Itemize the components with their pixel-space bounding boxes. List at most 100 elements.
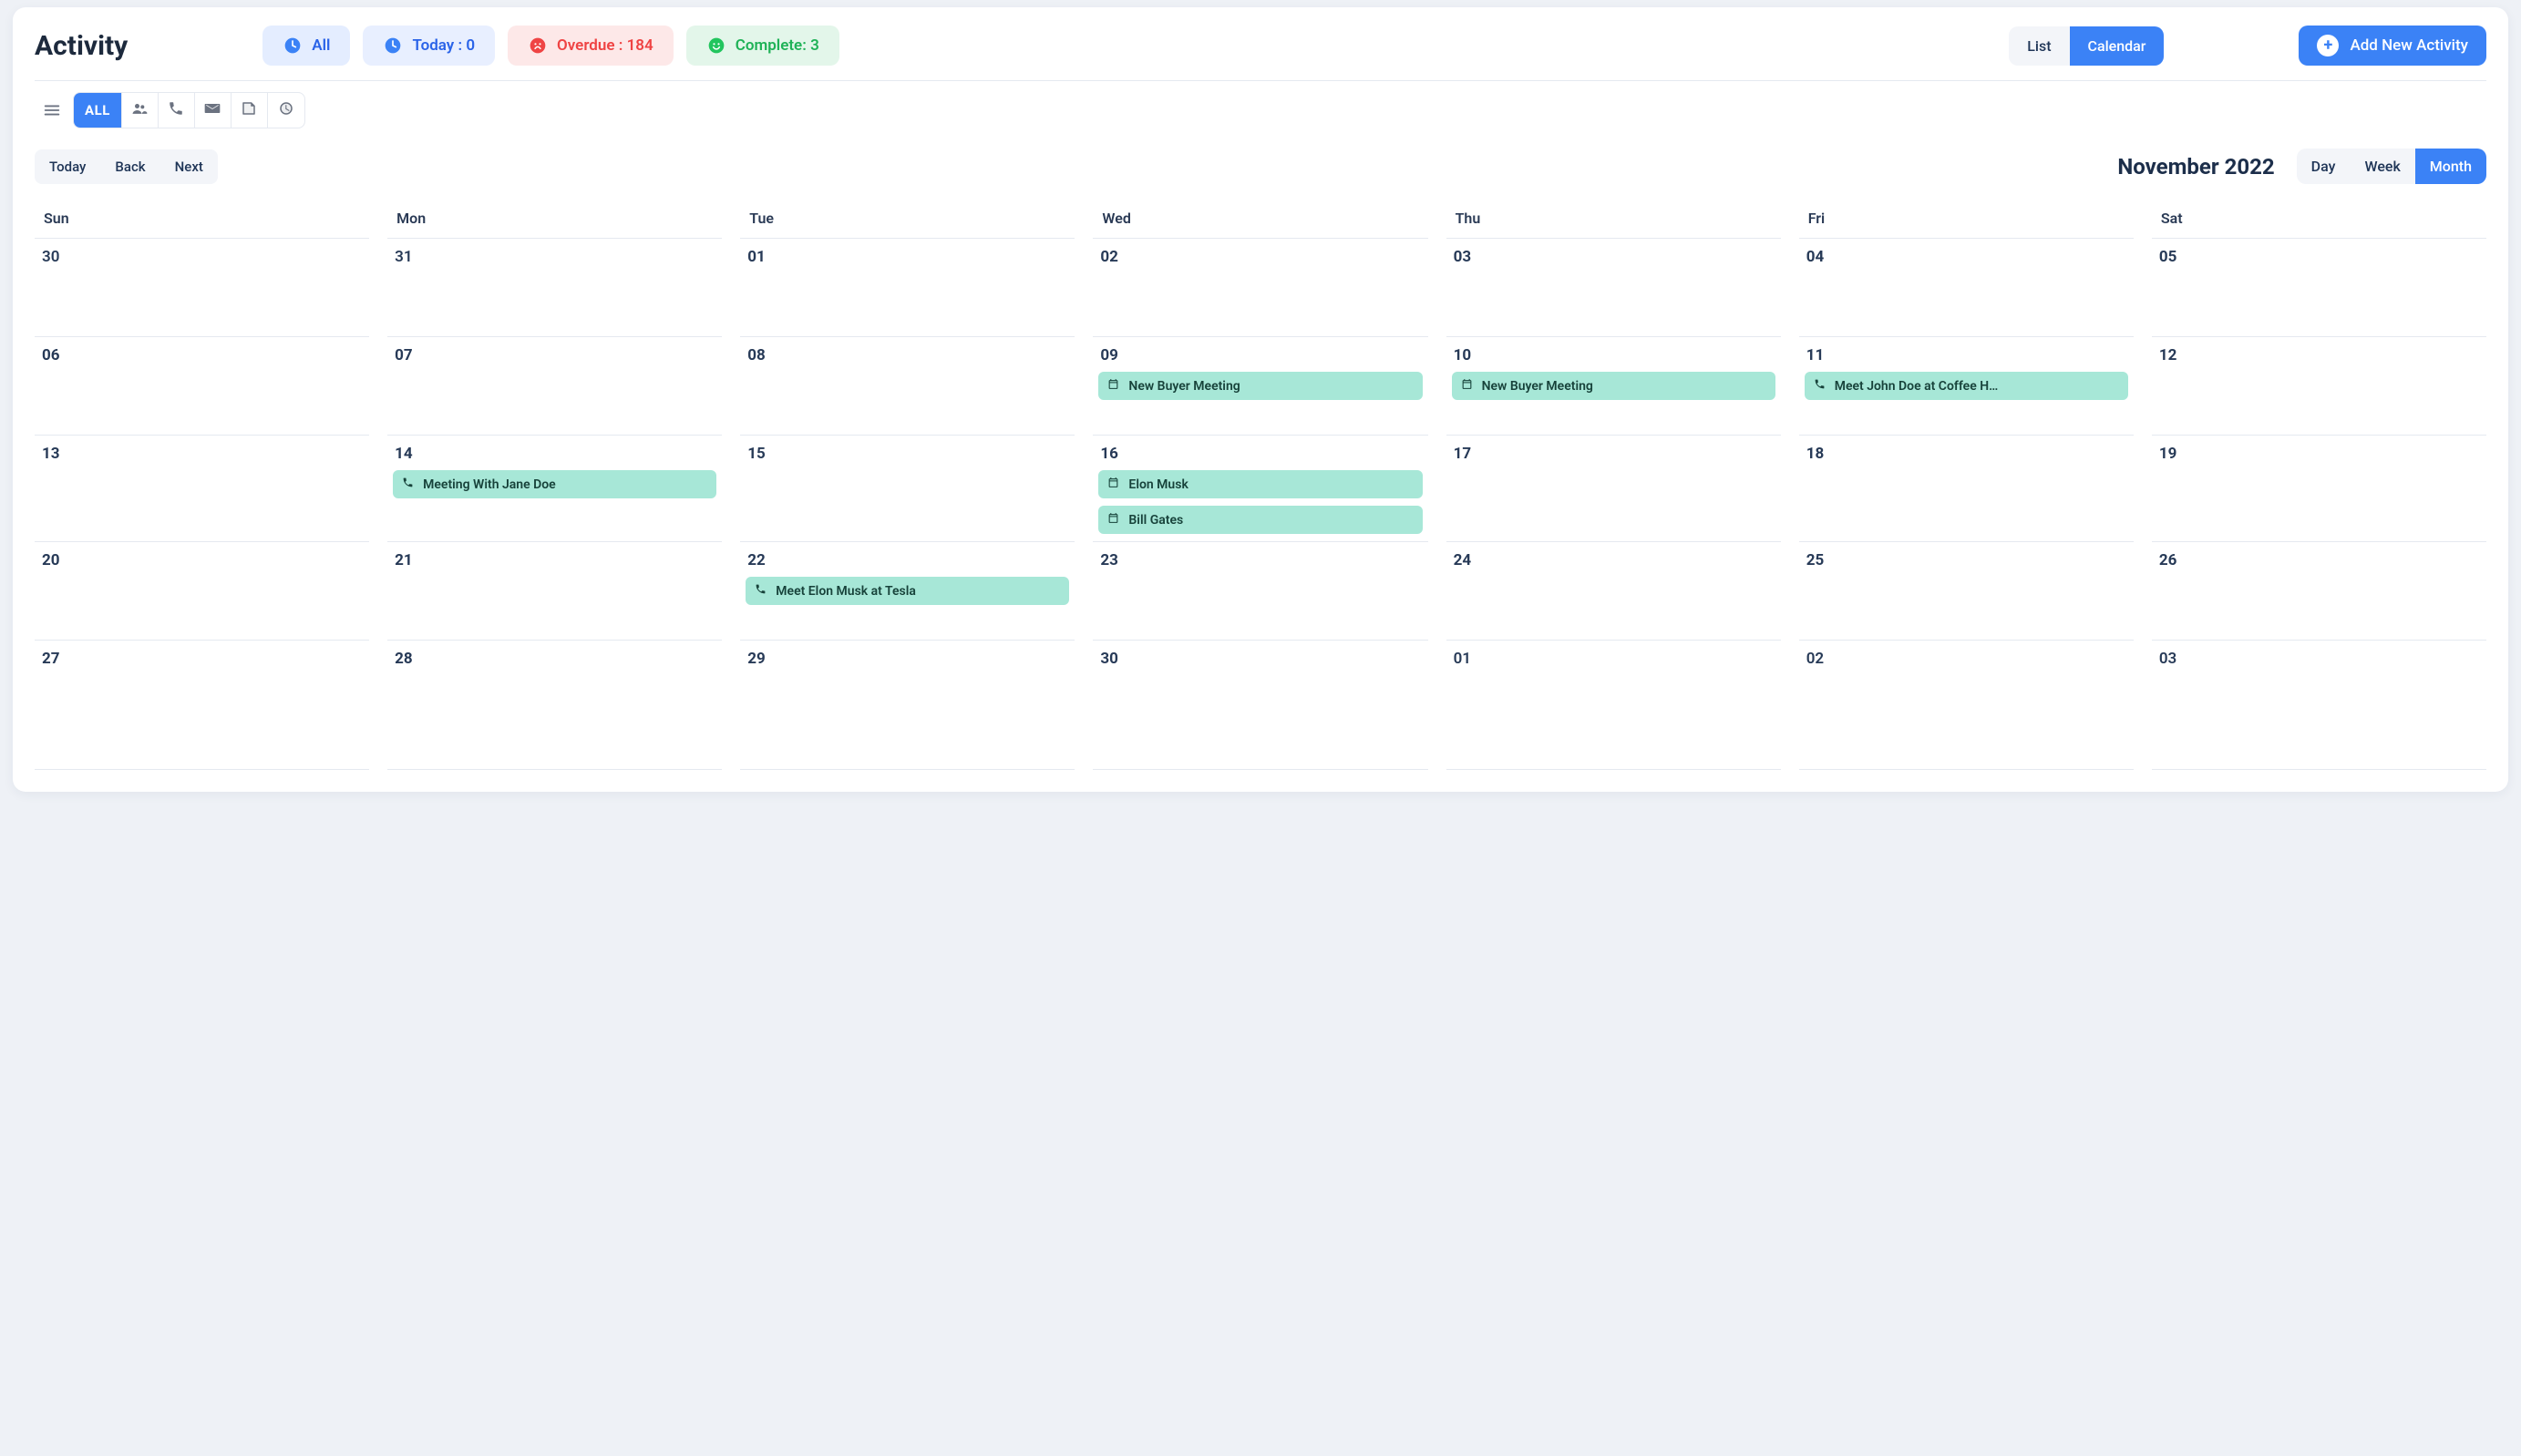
calendar-event[interactable]: Meet Elon Musk at Tesla xyxy=(746,577,1069,605)
dow-header: Wed xyxy=(1093,200,1427,239)
status-pill-complete[interactable]: Complete: 3 xyxy=(686,26,839,66)
type-filter-call[interactable] xyxy=(159,93,195,128)
date-number: 27 xyxy=(40,650,364,668)
calendar-cell[interactable]: 07 xyxy=(387,337,722,436)
calendar-event[interactable]: Elon Musk xyxy=(1098,470,1422,498)
calendar-cell[interactable]: 03 xyxy=(2152,641,2486,770)
event-title: Bill Gates xyxy=(1128,513,1183,528)
calendar-cell[interactable]: 02 xyxy=(1093,239,1427,337)
type-filter-people[interactable] xyxy=(122,93,159,128)
type-filter-all[interactable]: ALL xyxy=(74,93,122,128)
date-number: 18 xyxy=(1805,445,2128,463)
calendar-cell[interactable]: 08 xyxy=(740,337,1075,436)
date-number: 25 xyxy=(1805,551,2128,569)
calendar-event[interactable]: New Buyer Meeting xyxy=(1098,372,1422,400)
sad-face-icon xyxy=(528,36,548,56)
calendar-cell[interactable]: 15 xyxy=(740,436,1075,542)
nav-next[interactable]: Next xyxy=(160,149,218,184)
calendar-cell[interactable]: 23 xyxy=(1093,542,1427,641)
date-number: 01 xyxy=(1452,650,1775,668)
calendar-cell[interactable]: 18 xyxy=(1799,436,2134,542)
calendar-cell[interactable]: 01 xyxy=(1446,641,1781,770)
date-number: 29 xyxy=(746,650,1069,668)
range-day[interactable]: Day xyxy=(2297,149,2351,184)
status-pill-today[interactable]: Today : 0 xyxy=(363,26,495,66)
date-number: 12 xyxy=(2157,346,2481,364)
mail-icon xyxy=(203,99,221,121)
date-number: 24 xyxy=(1452,551,1775,569)
type-filter-note[interactable] xyxy=(232,93,268,128)
calendar-cell[interactable]: 03 xyxy=(1446,239,1781,337)
view-toggle-calendar[interactable]: Calendar xyxy=(2070,26,2165,66)
calendar-cell[interactable]: 19 xyxy=(2152,436,2486,542)
date-number: 02 xyxy=(1098,248,1422,266)
calendar-cell[interactable]: 20 xyxy=(35,542,369,641)
calendar-cell[interactable]: 22 Meet Elon Musk at Tesla xyxy=(740,542,1075,641)
calendar-icon xyxy=(1107,512,1119,528)
status-pill-all[interactable]: All xyxy=(262,26,350,66)
clock-icon xyxy=(283,36,303,56)
date-number: 16 xyxy=(1098,445,1422,463)
phone-icon xyxy=(755,583,767,599)
calendar-cell[interactable]: 27 xyxy=(35,641,369,770)
calendar-cell[interactable]: 09 New Buyer Meeting xyxy=(1093,337,1427,436)
nav-back[interactable]: Back xyxy=(100,149,159,184)
calendar-cell[interactable]: 01 xyxy=(740,239,1075,337)
calendar-cell[interactable]: 04 xyxy=(1799,239,2134,337)
calendar-cell[interactable]: 29 xyxy=(740,641,1075,770)
topbar: Activity All Today : 0 Overdue : 184 Co xyxy=(35,26,2486,66)
event-title: Meet John Doe at Coffee H… xyxy=(1835,379,1999,394)
calendar-cell[interactable]: 02 xyxy=(1799,641,2134,770)
calendar-event[interactable]: Meeting With Jane Doe xyxy=(393,470,716,498)
dow-header: Thu xyxy=(1446,200,1781,239)
calendar-event[interactable]: New Buyer Meeting xyxy=(1452,372,1775,400)
day-of-week-row: SunMonTueWedThuFriSat xyxy=(35,200,2486,239)
calendar-cell[interactable]: 17 xyxy=(1446,436,1781,542)
calendar-cell[interactable]: 30 xyxy=(35,239,369,337)
smile-face-icon xyxy=(706,36,726,56)
range-month[interactable]: Month xyxy=(2415,149,2486,184)
date-number: 26 xyxy=(2157,551,2481,569)
calendar-cell[interactable]: 13 xyxy=(35,436,369,542)
calendar-cell[interactable]: 28 xyxy=(387,641,722,770)
note-icon xyxy=(241,100,257,120)
nav-today[interactable]: Today xyxy=(35,149,100,184)
date-number: 23 xyxy=(1098,551,1422,569)
date-number: 13 xyxy=(40,445,364,463)
calendar-cell[interactable]: 24 xyxy=(1446,542,1781,641)
event-title: Meet Elon Musk at Tesla xyxy=(776,584,916,599)
date-number: 22 xyxy=(746,551,1069,569)
calendar-cell[interactable]: 26 xyxy=(2152,542,2486,641)
calendar-cell[interactable]: 12 xyxy=(2152,337,2486,436)
type-filter-time[interactable] xyxy=(268,93,304,128)
calendar-cell[interactable]: 16 Elon Musk Bill Gates xyxy=(1093,436,1427,542)
status-pill-all-label: All xyxy=(312,36,330,55)
status-pill-overdue[interactable]: Overdue : 184 xyxy=(508,26,674,66)
calendar-cell[interactable]: 10New Buyer Meeting xyxy=(1446,337,1781,436)
range-week[interactable]: Week xyxy=(2350,149,2414,184)
calendar-cell[interactable]: 30 xyxy=(1093,641,1427,770)
date-number: 09 xyxy=(1098,346,1422,364)
date-number: 07 xyxy=(393,346,716,364)
type-filter-email[interactable] xyxy=(195,93,232,128)
add-activity-button[interactable]: + Add New Activity xyxy=(2299,26,2486,66)
date-number: 02 xyxy=(1805,650,2128,668)
calendar-cell[interactable]: 31 xyxy=(387,239,722,337)
calendar-weeks: 3031010203040506070809New Buyer Meeting1… xyxy=(35,239,2486,770)
calendar-week: 2021 22 Meet Elon Musk at Tesla 23 24 25 26 xyxy=(35,542,2486,641)
range-toggle: Day Week Month xyxy=(2297,149,2486,184)
calendar-cell[interactable]: 21 xyxy=(387,542,722,641)
calendar-cell[interactable]: 14Meeting With Jane Doe xyxy=(387,436,722,542)
type-filter-row: ALL xyxy=(35,92,2486,128)
calendar-cell[interactable]: 06 xyxy=(35,337,369,436)
view-toggle-list[interactable]: List xyxy=(2009,26,2069,66)
calendar-event[interactable]: Bill Gates xyxy=(1098,506,1422,534)
date-number: 11 xyxy=(1805,346,2128,364)
calendar-cell[interactable]: 05 xyxy=(2152,239,2486,337)
calendar-icon xyxy=(1461,378,1473,394)
calendar-cell[interactable]: 11 Meet John Doe at Coffee H… xyxy=(1799,337,2134,436)
calendar-event[interactable]: Meet John Doe at Coffee H… xyxy=(1805,372,2128,400)
menu-button[interactable] xyxy=(35,93,69,128)
event-title: Elon Musk xyxy=(1128,477,1188,492)
calendar-cell[interactable]: 25 xyxy=(1799,542,2134,641)
